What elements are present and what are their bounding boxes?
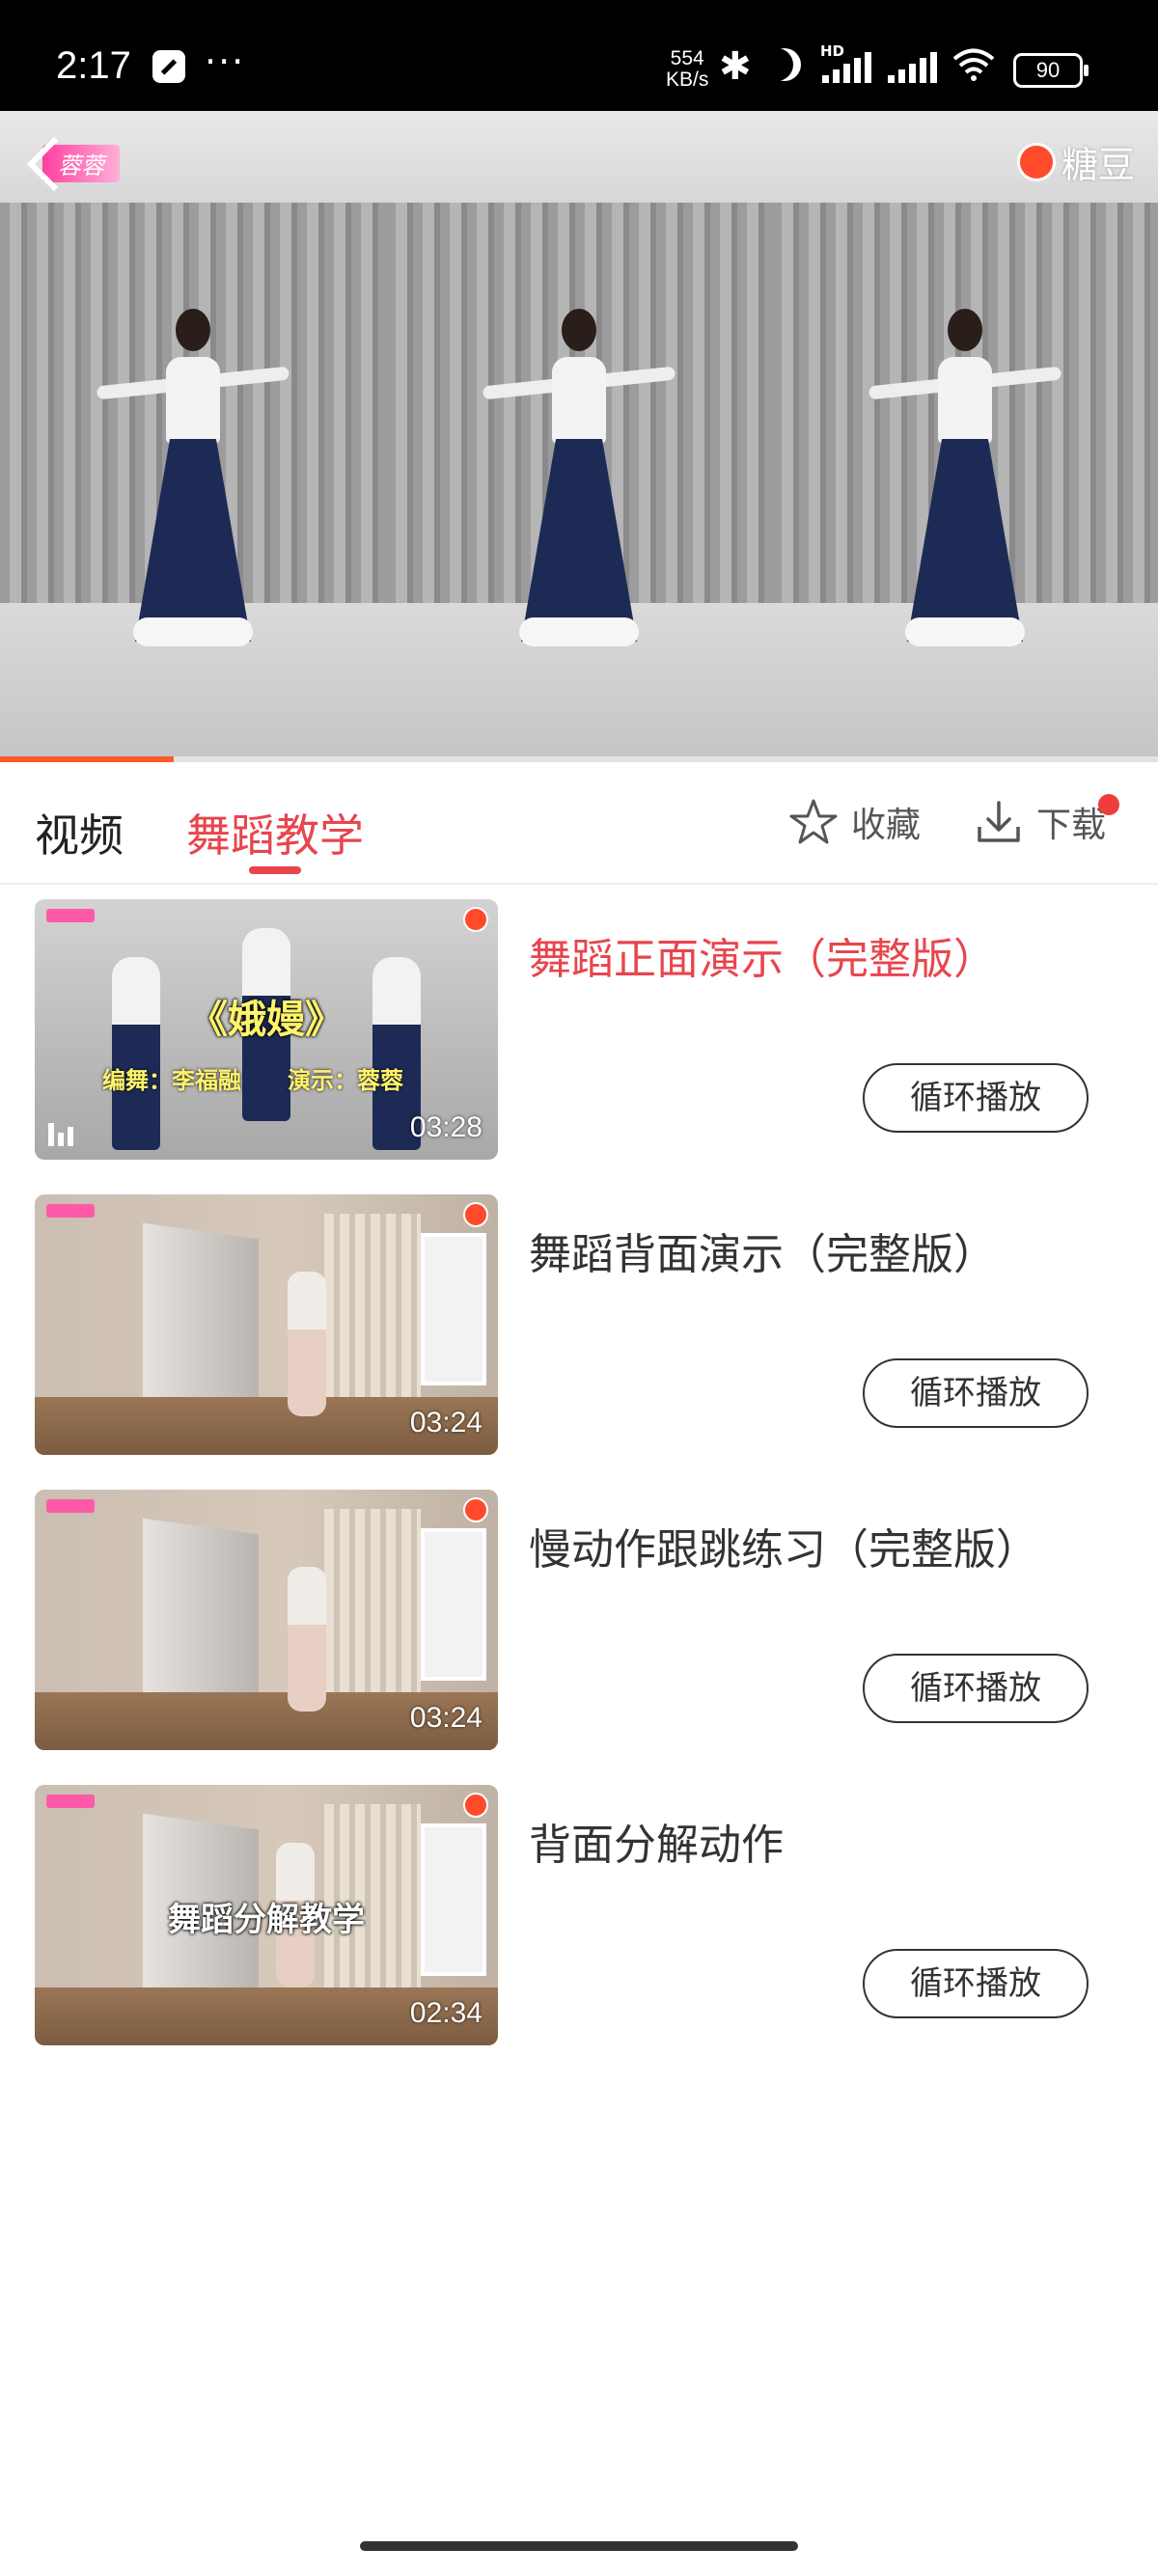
list-item[interactable]: 03:24 慢动作跟跳练习（完整版） 循环播放 [0, 1490, 1158, 1750]
download-icon [978, 801, 1020, 842]
video-title[interactable]: 慢动作跟跳练习（完整版） [529, 1515, 1038, 1576]
star-icon [789, 799, 838, 844]
tangdou-logo-icon [1016, 142, 1056, 181]
tab-bar: 视频 舞蹈教学 收藏 下载 [0, 762, 1158, 885]
tab-dance-teaching[interactable]: 舞蹈教学 [186, 801, 364, 864]
network-speed-value: 554 [670, 47, 704, 69]
thumbnail-caption: 《娥嫚》 [189, 998, 344, 1042]
list-item[interactable]: 《娥嫚》 编舞：李福融 演示：蓉蓉 03:28 舞蹈正面演示（完整版） 循环播放 [0, 899, 1158, 1160]
loop-play-button[interactable]: 循环播放 [863, 1358, 1089, 1428]
video-thumbnail[interactable]: 03:24 [35, 1194, 498, 1455]
wifi-icon [951, 48, 996, 81]
wrench-icon [152, 50, 185, 83]
more-notifications-icon: ··· [205, 41, 246, 83]
video-player[interactable] [0, 111, 1158, 762]
brand-logo: 糖豆 [1016, 135, 1135, 188]
video-thumbnail[interactable]: 舞蹈分解教学 02:34 [35, 1785, 498, 2045]
status-bar: 2:17 ··· 554 KB/s ✱ HD 90 [0, 0, 1158, 111]
collect-button[interactable]: 收藏 [789, 797, 921, 847]
network-speed: 554 KB/s [666, 48, 708, 91]
video-title[interactable]: 舞蹈背面演示（完整版） [529, 1219, 996, 1281]
bluetooth-icon: ✱ [719, 44, 752, 89]
brand-logo-text: 糖豆 [1061, 144, 1135, 186]
signal-icon [822, 50, 876, 83]
loop-play-button[interactable]: 循环播放 [863, 1654, 1089, 1723]
video-duration: 03:24 [409, 1702, 482, 1734]
status-time: 2:17 [56, 44, 131, 87]
thumbnail-subcaption: 编舞：李福融 演示：蓉蓉 [102, 1067, 403, 1094]
tab-video[interactable]: 视频 [35, 801, 124, 864]
video-title[interactable]: 舞蹈正面演示（完整版） [529, 924, 996, 986]
home-indicator[interactable] [360, 2541, 798, 2551]
download-label: 下载 [1036, 806, 1107, 845]
collect-label: 收藏 [851, 806, 922, 845]
tangdou-logo-icon [463, 1497, 488, 1522]
list-item[interactable]: 舞蹈分解教学 02:34 背面分解动作 循环播放 [0, 1785, 1158, 2045]
video-frame [0, 111, 386, 762]
video-title[interactable]: 背面分解动作 [529, 1810, 784, 1872]
video-frame [772, 111, 1158, 762]
thumbnail-caption: 舞蹈分解教学 [168, 1901, 365, 1939]
video-duration: 03:24 [409, 1407, 482, 1439]
download-button[interactable]: 下载 [975, 797, 1106, 847]
loop-play-button[interactable]: 循环播放 [863, 1063, 1089, 1133]
video-duration: 03:28 [409, 1111, 482, 1143]
video-thumbnail[interactable]: 《娥嫚》 编舞：李福融 演示：蓉蓉 03:28 [35, 899, 498, 1160]
active-tab-indicator [249, 866, 301, 874]
video-frame [386, 111, 772, 762]
signal-icon [888, 50, 942, 83]
list-item[interactable]: 03:24 舞蹈背面演示（完整版） 循环播放 [0, 1194, 1158, 1455]
network-speed-unit: KB/s [666, 69, 709, 91]
video-thumbnail[interactable]: 03:24 [35, 1490, 498, 1750]
notification-dot [1098, 794, 1119, 815]
moon-icon [768, 48, 801, 81]
tangdou-logo-icon [463, 907, 488, 932]
battery-icon: 90 [1013, 53, 1089, 88]
tangdou-logo-icon [463, 1793, 488, 1818]
video-duration: 02:34 [409, 1997, 482, 2029]
now-playing-icon [48, 1121, 77, 1146]
tangdou-logo-icon [463, 1202, 488, 1227]
loop-play-button[interactable]: 循环播放 [863, 1949, 1089, 2018]
